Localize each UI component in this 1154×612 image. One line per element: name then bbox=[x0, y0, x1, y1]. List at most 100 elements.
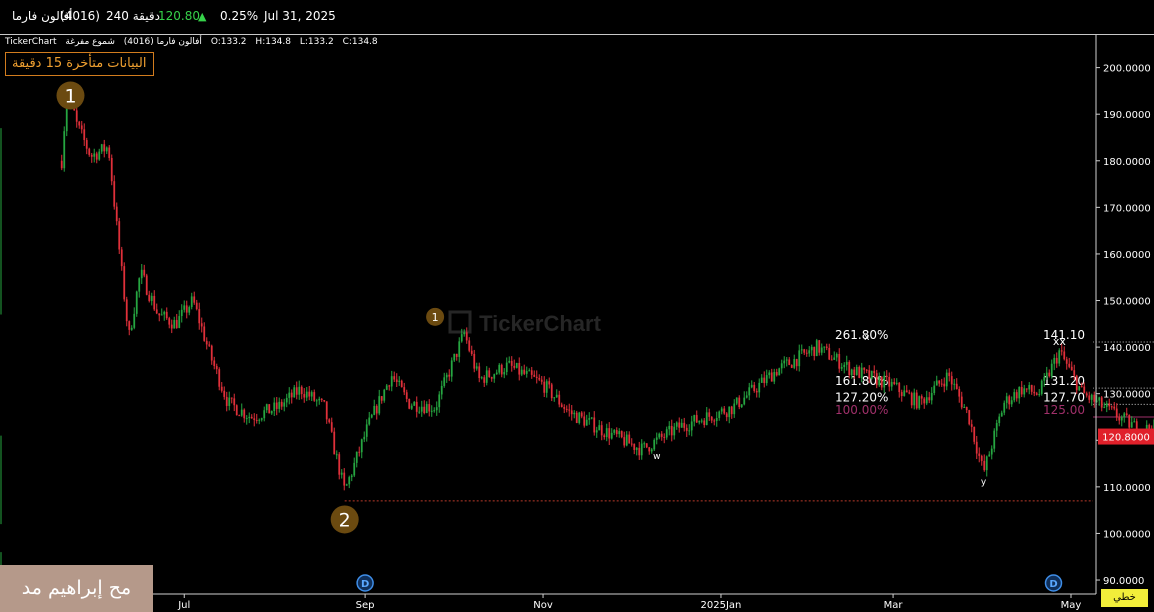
candle-body bbox=[620, 431, 623, 438]
candle-body bbox=[950, 376, 953, 385]
candle-body bbox=[860, 367, 863, 378]
candle-body bbox=[1085, 393, 1088, 396]
interval-label[interactable]: 240 دقيقة bbox=[106, 9, 160, 23]
candle-body bbox=[635, 447, 638, 450]
candle-body bbox=[610, 432, 613, 439]
scale-toggle-button[interactable]: خطي bbox=[1101, 589, 1148, 607]
candle-body bbox=[730, 406, 733, 415]
candle-body bbox=[218, 369, 221, 387]
candle-body bbox=[780, 363, 783, 369]
candle-body bbox=[233, 398, 236, 406]
candle-body bbox=[1028, 385, 1031, 390]
candle-body bbox=[768, 372, 771, 376]
candle-body bbox=[265, 404, 268, 411]
candle-body bbox=[773, 372, 776, 382]
candle-body bbox=[800, 349, 803, 351]
candle-body bbox=[960, 396, 963, 408]
candle-body bbox=[978, 453, 981, 456]
candle-body bbox=[788, 359, 791, 365]
candle-body bbox=[153, 295, 156, 310]
candle-body bbox=[598, 425, 601, 431]
candle-body bbox=[665, 429, 668, 438]
candle-body bbox=[100, 144, 103, 152]
candle-body bbox=[403, 387, 406, 393]
candle-body bbox=[445, 374, 448, 378]
candle-body bbox=[760, 377, 763, 383]
candle-body bbox=[408, 398, 411, 409]
candle-body bbox=[430, 410, 433, 412]
candle-body bbox=[585, 419, 588, 426]
x-tick-label: Nov bbox=[533, 600, 553, 611]
candle-body bbox=[160, 314, 163, 316]
candle-body bbox=[185, 305, 188, 313]
candle-body bbox=[515, 363, 518, 368]
candle-body bbox=[710, 416, 713, 421]
candle-body bbox=[1068, 363, 1071, 367]
candle-body bbox=[495, 372, 498, 375]
candle-body bbox=[993, 430, 996, 449]
candle-body bbox=[940, 383, 943, 385]
candle-body bbox=[893, 382, 896, 384]
candle-body bbox=[688, 430, 691, 432]
candle-body bbox=[175, 319, 178, 328]
last-price: 120.80 bbox=[158, 9, 200, 23]
candle-body bbox=[655, 437, 658, 440]
candle-body bbox=[970, 424, 973, 427]
candle-body bbox=[188, 307, 191, 313]
candle-body bbox=[965, 407, 968, 411]
candle-body bbox=[320, 398, 323, 401]
fib-percent-label: 261.80% bbox=[835, 328, 888, 342]
candle-body bbox=[755, 390, 758, 393]
candle-body bbox=[988, 454, 991, 457]
candle-body bbox=[475, 366, 478, 369]
candle-body bbox=[465, 332, 468, 341]
candle-body bbox=[288, 392, 291, 398]
candle-body bbox=[728, 406, 731, 418]
candle-body bbox=[870, 370, 873, 379]
candle-body bbox=[325, 401, 328, 420]
candle-body bbox=[238, 415, 241, 417]
candle-body bbox=[500, 364, 503, 375]
x-tick-label: May bbox=[1061, 600, 1082, 611]
candle-body bbox=[428, 404, 431, 412]
candle-body bbox=[833, 357, 836, 360]
candle-body bbox=[125, 299, 128, 322]
candle-body bbox=[123, 266, 126, 300]
candle-body bbox=[673, 426, 676, 436]
candle-body bbox=[645, 443, 648, 448]
candle-body bbox=[520, 369, 523, 375]
candle-body bbox=[208, 344, 211, 346]
candle-body bbox=[435, 407, 438, 411]
candle-body bbox=[935, 380, 938, 386]
candle-body bbox=[943, 383, 946, 387]
candle-body bbox=[983, 460, 986, 471]
candle-body bbox=[383, 389, 386, 401]
candle-body bbox=[683, 422, 686, 428]
candle-body bbox=[390, 376, 393, 387]
candle-body bbox=[955, 383, 958, 390]
price-chart[interactable]: TickerChart 261.80% 141.10161.80% 131.2012… bbox=[0, 35, 1154, 612]
candle-body bbox=[210, 345, 213, 361]
candle-body bbox=[838, 353, 841, 369]
candle-body bbox=[485, 370, 488, 383]
candle-body bbox=[215, 366, 218, 370]
candle-body bbox=[613, 430, 616, 433]
candle-body bbox=[808, 350, 811, 354]
candle-body bbox=[603, 435, 606, 438]
candle-body bbox=[368, 417, 371, 425]
candle-body bbox=[560, 404, 563, 408]
high-value: H:134.8 bbox=[255, 37, 291, 47]
candle-body bbox=[300, 386, 303, 395]
candle-body bbox=[628, 434, 631, 444]
candle-body bbox=[110, 157, 113, 182]
candle-body bbox=[995, 423, 998, 431]
candle-body bbox=[350, 475, 353, 478]
candle-body bbox=[240, 409, 243, 416]
candle-body bbox=[700, 420, 703, 422]
candle-body bbox=[378, 396, 381, 414]
candle-body bbox=[1008, 396, 1011, 405]
candle-body bbox=[648, 447, 651, 452]
candle-body bbox=[488, 370, 491, 378]
candle-body bbox=[148, 294, 151, 301]
candle-body bbox=[108, 147, 111, 158]
